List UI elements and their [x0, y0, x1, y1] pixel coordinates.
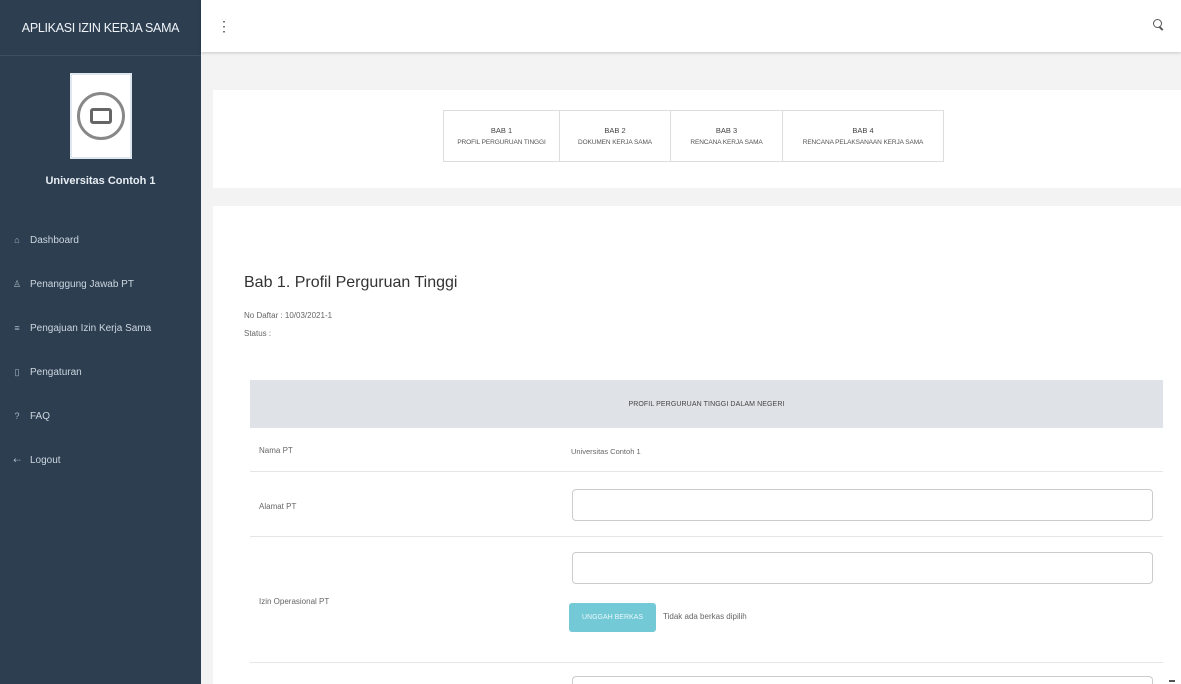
- profile-section: Universitas Contoh 1: [0, 56, 201, 213]
- izin-operasional-input[interactable]: [572, 552, 1153, 584]
- avatar: [69, 73, 132, 159]
- tab-bab-1[interactable]: BAB 1 PROFIL PERGURUAN TINGGI: [443, 110, 560, 162]
- upload-file-button[interactable]: UNGGAH BERKAS: [569, 603, 656, 632]
- sidebar-item-pengaturan[interactable]: ▯ Pengaturan: [0, 350, 201, 394]
- sidebar-item-label: Pengaturan: [30, 366, 82, 378]
- search-icon[interactable]: [1153, 19, 1165, 33]
- kebab-menu-icon[interactable]: ⋮: [217, 18, 231, 35]
- page-title: Bab 1. Profil Perguruan Tinggi: [244, 274, 458, 291]
- sidebar-item-label: Pengajuan Izin Kerja Sama: [30, 322, 152, 334]
- sidebar-menu: ⌂ Dashboard ♙ Penanggung Jawab PT ≡ Peng…: [0, 218, 201, 482]
- status-text: Status :: [244, 329, 272, 338]
- sidebar-item-label: FAQ: [30, 410, 51, 422]
- sidebar: APLIKASI IZIN KERJA SAMA Universitas Con…: [0, 0, 201, 684]
- label-izin-operasional: Izin Operasional PT: [259, 597, 330, 606]
- sidebar-item-label: Dashboard: [30, 234, 79, 246]
- dashboard-icon: ⌂: [14, 235, 20, 245]
- sidebar-item-logout[interactable]: ⇠ Logout: [0, 438, 201, 482]
- step-title: BAB 4: [852, 126, 874, 135]
- sidebar-item-label: Penanggung Jawab PT: [30, 278, 134, 290]
- list-icon: ≡: [14, 323, 20, 333]
- university-name: Universitas Contoh 1: [45, 175, 156, 187]
- label-nama-pt: Nama PT: [259, 446, 293, 455]
- step-tabs: BAB 1 PROFIL PERGURUAN TINGGI BAB 2 DOKU…: [443, 110, 944, 162]
- divider: [250, 471, 1163, 472]
- panel-header: PROFIL PERGURUAN TINGGI DALAM NEGERI: [250, 380, 1163, 428]
- logout-icon: ⇠: [13, 454, 21, 465]
- sidebar-item-faq[interactable]: ? FAQ: [0, 394, 201, 438]
- step-subtitle: RENCANA PELAKSANAAN KERJA SAMA: [802, 139, 924, 146]
- sidebar-item-dashboard[interactable]: ⌂ Dashboard: [0, 218, 201, 262]
- sidebar-item-label: Logout: [30, 454, 61, 466]
- top-navbar: ⋮: [201, 0, 1181, 52]
- photo-placeholder-icon: [76, 92, 125, 140]
- label-alamat-pt: Alamat PT: [259, 502, 297, 511]
- help-icon: ?: [14, 411, 20, 421]
- steps-band: BAB 1 PROFIL PERGURUAN TINGGI BAB 2 DOKU…: [213, 90, 1181, 188]
- step-title: BAB 3: [715, 126, 738, 135]
- step-subtitle: PROFIL PERGURUAN TINGGI: [457, 139, 546, 146]
- tab-bab-4[interactable]: BAB 4 RENCANA PELAKSANAAN KERJA SAMA: [782, 110, 944, 162]
- main-content: Bab 1. Profil Perguruan Tinggi No Daftar…: [213, 206, 1181, 684]
- next-field-input[interactable]: [572, 676, 1153, 684]
- value-nama-pt: Universitas Contoh 1: [571, 447, 641, 456]
- sidebar-item-penanggung-jawab[interactable]: ♙ Penanggung Jawab PT: [0, 262, 201, 306]
- tab-bab-2[interactable]: BAB 2 DOKUMEN KERJA SAMA: [559, 110, 671, 162]
- app-title: APLIKASI IZIN KERJA SAMA: [0, 0, 201, 56]
- scroll-indicator-icon: [1169, 680, 1175, 682]
- sidebar-item-pengajuan[interactable]: ≡ Pengajuan Izin Kerja Sama: [0, 306, 201, 350]
- divider: [250, 536, 1163, 537]
- step-subtitle: RENCANA KERJA SAMA: [690, 139, 763, 146]
- step-title: BAB 2: [604, 126, 626, 135]
- step-subtitle: DOKUMEN KERJA SAMA: [577, 139, 653, 146]
- step-title: BAB 1: [490, 126, 513, 135]
- file-icon: ▯: [14, 366, 20, 377]
- file-status-text: Tidak ada berkas dipilih: [663, 612, 747, 621]
- registration-number: No Daftar : 10/03/2021-1: [244, 311, 333, 320]
- user-icon: ♙: [12, 278, 22, 289]
- alamat-pt-input[interactable]: [572, 489, 1153, 521]
- divider: [250, 662, 1163, 663]
- tab-bab-3[interactable]: BAB 3 RENCANA KERJA SAMA: [670, 110, 783, 162]
